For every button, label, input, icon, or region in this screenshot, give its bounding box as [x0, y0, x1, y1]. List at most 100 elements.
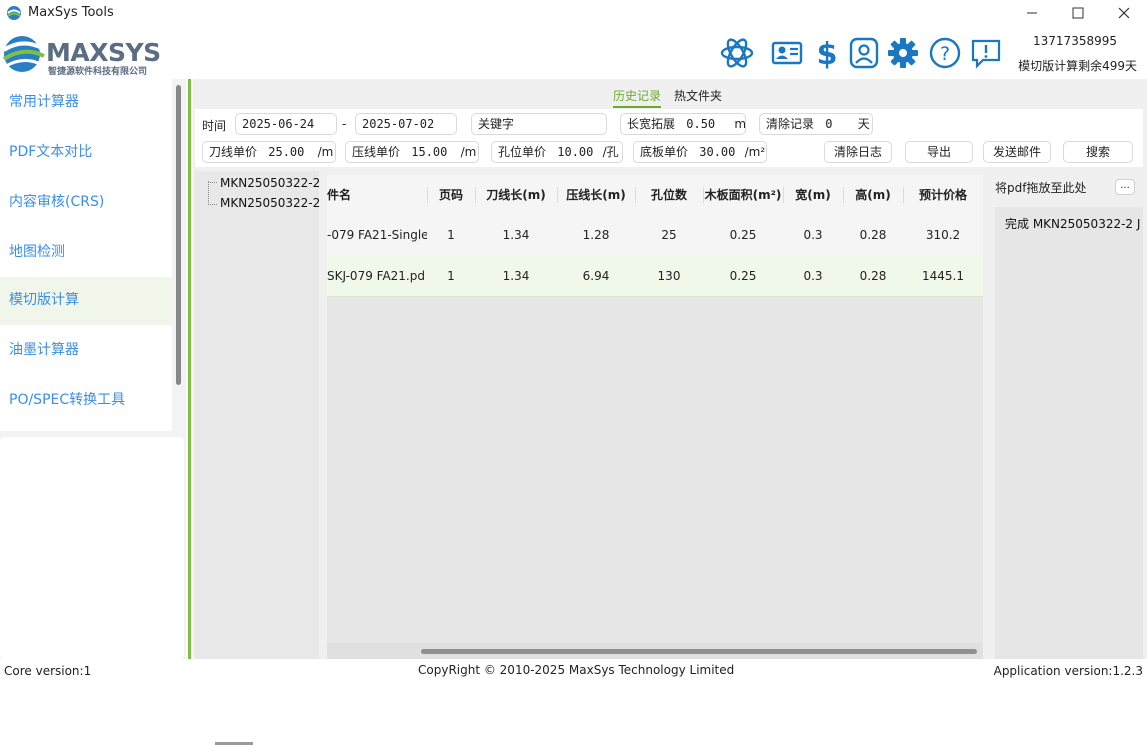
export-button[interactable]: 导出	[905, 141, 973, 163]
date-to-input[interactable]: 2025-07-02	[355, 113, 457, 135]
minimize-button[interactable]	[1009, 0, 1055, 26]
main-panel: 历史记录 热文件夹 时间 2025-06-24 - 2025-07-02 关键字…	[193, 79, 1147, 745]
base-label: 底板单价	[640, 145, 689, 159]
maxsys-globe-icon	[2, 36, 45, 72]
phone-number: 13717358995	[1033, 34, 1117, 48]
tree-node[interactable]: MKN25050322-2	[220, 196, 320, 210]
col-header-press-length[interactable]: 压线长(m)	[557, 175, 635, 215]
sidebar-item-calculator[interactable]: 常用计算器	[0, 79, 172, 127]
col-header-height[interactable]: 高(m)	[843, 175, 903, 215]
keyword-placeholder: 关键字	[478, 117, 515, 131]
cell-press-length: 6.94	[582, 269, 610, 283]
cell-hole-count: 25	[661, 228, 677, 242]
accent-divider	[188, 79, 191, 659]
send-mail-button[interactable]: 发送邮件	[983, 141, 1051, 163]
table-row[interactable]: SKJ-079 FA21.pd 1 1.34 6.94 130 0.25 0.3…	[327, 256, 983, 297]
date-to-value: 2025-07-02	[362, 117, 435, 131]
cell-height: 0.28	[859, 269, 887, 283]
press-value: 15.00	[411, 145, 448, 159]
date-from-value: 2025-06-24	[242, 117, 315, 131]
cell-page: 1	[447, 269, 455, 283]
status-bar: Core version:1 CopyRight © 2010-2025 Max…	[0, 660, 1147, 683]
sidebar-item-map-check[interactable]: 地图检测	[0, 229, 172, 277]
tree-connector	[208, 182, 217, 183]
press-price-field[interactable]: 压线单价 15.00 /m	[345, 141, 479, 163]
search-button[interactable]: 搜索	[1063, 141, 1133, 163]
clear-log-button[interactable]: 清除日志	[824, 141, 892, 163]
app-header: MAXSYS 智捷源软件科技有限公司 $ ? 13717358995 模切版计算…	[0, 26, 1147, 78]
col-header-width[interactable]: 宽(m)	[783, 175, 843, 215]
base-price-field[interactable]: 底板单价 30.00 /m²	[633, 141, 767, 163]
sidebar-item-die-cut[interactable]: 模切版计算	[0, 277, 172, 325]
table-row[interactable]: -079 FA21-Single 1 1.34 1.28 25 0.25 0.3…	[327, 215, 983, 256]
maximize-icon	[1072, 7, 1084, 19]
cell-height: 0.28	[859, 228, 887, 242]
sidebar-item-ink[interactable]: 油墨计算器	[0, 327, 172, 375]
col-header-hole-count[interactable]: 孔位数	[635, 175, 703, 215]
certificate-icon[interactable]	[770, 36, 804, 70]
drop-zone[interactable]: 完成 MKN25050322-2 J	[995, 207, 1143, 659]
cell-knife-length: 1.34	[502, 228, 530, 242]
cell-width: 0.3	[803, 228, 823, 242]
date-from-input[interactable]: 2025-06-24	[235, 113, 337, 135]
hole-price-field[interactable]: 孔位单价 10.00 /孔	[491, 141, 623, 163]
col-header-price[interactable]: 预计价格	[903, 175, 983, 215]
feedback-icon[interactable]	[969, 36, 1003, 70]
cell-knife-length: 1.34	[502, 269, 530, 283]
sidebar-scrollbar[interactable]	[176, 85, 181, 385]
base-value: 30.00	[699, 145, 736, 159]
sidebar-menu: 常用计算器 PDF文本对比 内容审核(CRS) 地图检测 模切版计算 油墨计算器…	[0, 79, 172, 431]
sidebar-item-pdf-compare[interactable]: PDF文本对比	[0, 129, 172, 177]
svg-text:?: ?	[940, 43, 950, 65]
tree-node[interactable]: MKN25050322-2	[220, 176, 320, 190]
table-scrollbar-thumb[interactable]	[421, 649, 977, 654]
clear-record-field[interactable]: 清除记录 0 天	[759, 113, 873, 135]
col-header-page[interactable]: 页码	[427, 175, 475, 215]
maximize-button[interactable]	[1055, 0, 1101, 26]
expand-unit: m	[734, 117, 747, 131]
cell-board-area: 0.25	[729, 228, 757, 242]
app-logo-icon	[7, 6, 21, 20]
col-header-board-area[interactable]: 木板面积(m²)	[703, 175, 783, 215]
done-message: 完成 MKN25050322-2 J	[1005, 217, 1141, 231]
expand-label: 长宽拓展	[627, 117, 676, 131]
sidebar-item-po-spec[interactable]: PO/SPEC转换工具	[0, 377, 172, 425]
hole-unit: /孔	[602, 145, 619, 159]
clear-record-value: 0	[825, 117, 833, 131]
time-label: 时间	[202, 119, 227, 133]
expand-field[interactable]: 长宽拓展 0.50 m	[620, 113, 746, 135]
sidebar-item-label: PDF文本对比	[9, 144, 93, 160]
clear-record-unit: 天	[857, 117, 870, 131]
svg-text:$: $	[817, 37, 838, 70]
tree-connector	[208, 181, 209, 205]
col-header-knife-length[interactable]: 刀线长(m)	[475, 175, 557, 215]
col-header-name[interactable]: 件名	[327, 175, 357, 215]
gear-icon[interactable]	[886, 36, 920, 70]
press-label: 压线单价	[352, 145, 401, 159]
date-dash: -	[342, 117, 347, 131]
clear-record-label: 清除记录	[766, 117, 815, 131]
drop-panel: 将pdf拖放至此处 ... 完成 MKN25050322-2 J	[991, 171, 1143, 659]
window-title: MaxSys Tools	[28, 5, 114, 20]
expand-value: 0.50	[686, 117, 716, 131]
keyword-input[interactable]: 关键字	[471, 113, 607, 135]
tree-connector	[208, 204, 217, 205]
tab-history[interactable]: 历史记录	[613, 87, 662, 108]
cell-page: 1	[447, 228, 455, 242]
knife-price-field[interactable]: 刀线单价 25.00 /m	[202, 141, 336, 163]
dollar-icon[interactable]: $	[810, 36, 844, 70]
sidebar: 常用计算器 PDF文本对比 内容审核(CRS) 地图检测 模切版计算 油墨计算器…	[0, 79, 186, 659]
user-profile-icon[interactable]	[847, 36, 881, 70]
copyright-text: CopyRight © 2010-2025 MaxSys Technology …	[418, 663, 735, 677]
minimize-icon	[1027, 12, 1037, 14]
cell-width: 0.3	[803, 269, 823, 283]
close-button[interactable]	[1101, 0, 1147, 26]
title-bar: MaxSys Tools	[0, 0, 1147, 26]
tab-hot-folder[interactable]: 热文件夹	[674, 87, 722, 104]
sidebar-item-crs[interactable]: 内容审核(CRS)	[0, 179, 172, 227]
react-atom-icon[interactable]	[720, 36, 754, 70]
cell-price: 310.2	[925, 228, 961, 242]
help-icon[interactable]: ?	[928, 36, 962, 70]
more-button[interactable]: ...	[1115, 179, 1135, 195]
press-unit: /m	[460, 145, 477, 159]
